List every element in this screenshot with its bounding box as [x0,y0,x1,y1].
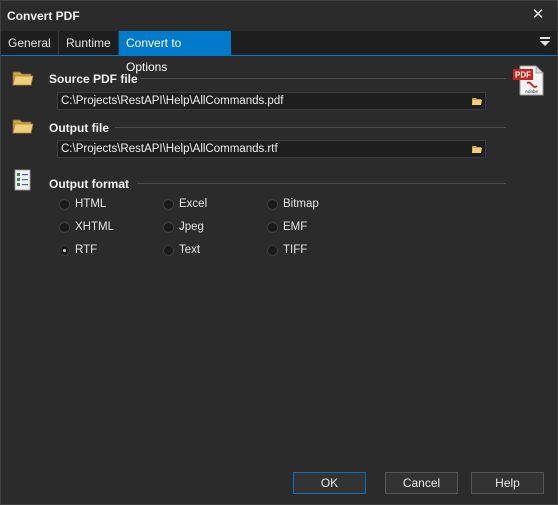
dialog-window: Convert PDF ✕ General Runtime Convert to… [0,0,558,505]
radio-tiff[interactable]: TIFF [267,242,307,258]
source-file-value: C:\Projects\RestAPI\Help\AllCommands.pdf [61,95,284,107]
browse-folder-icon[interactable] [471,95,483,107]
radio-emf[interactable]: EMF [267,219,307,235]
radio-jpeg[interactable]: Jpeg [163,219,204,235]
tab-label: Runtime [66,36,111,50]
cancel-button[interactable]: Cancel [385,472,458,494]
title-bar: Convert PDF ✕ [1,1,557,31]
radio-label: Bitmap [283,198,319,210]
radio-button[interactable] [267,244,278,256]
radio-button[interactable] [267,198,278,210]
section-divider [115,127,506,128]
tab-convert-to-options[interactable]: Convert to Options [119,31,231,74]
window-title: Convert PDF [7,9,80,23]
adobe-caption: Adobe [525,89,539,94]
radio-label: HTML [75,198,107,210]
radio-label: XHTML [75,221,114,233]
radio-button[interactable] [163,221,174,233]
source-file-input[interactable]: C:\Projects\RestAPI\Help\AllCommands.pdf [57,92,486,110]
radio-label: Jpeg [179,221,204,233]
tab-bar: General Runtime Convert to Options [1,31,557,74]
radio-button[interactable] [59,221,70,233]
folder-icon [12,71,34,86]
radio-excel[interactable]: Excel [163,196,207,212]
radio-label: TIFF [283,244,308,256]
radio-button[interactable] [59,198,70,210]
tab-label: General [8,36,51,50]
radio-button[interactable] [163,198,174,210]
output-file-value: C:\Projects\RestAPI\Help\AllCommands.rtf [61,143,278,155]
radio-rtf[interactable]: RTF [59,242,97,258]
radio-text[interactable]: Text [163,242,200,258]
ok-button[interactable]: OK [293,472,366,494]
chevron-menu-icon[interactable] [539,34,551,48]
section-divider [140,78,506,79]
radio-label: Excel [179,198,208,210]
radio-button[interactable] [163,244,174,256]
section-divider [137,183,506,184]
source-label: Source PDF file [49,72,138,86]
folder-icon [12,119,34,134]
radio-label: Text [179,244,201,256]
checklist-icon [14,169,31,191]
output-label: Output file [49,121,109,135]
browse-folder-icon[interactable] [471,143,483,155]
radio-bitmap[interactable]: Bitmap [267,196,319,212]
radio-label: EMF [283,221,308,233]
pdf-document-icon: PDF Adobe [513,65,544,96]
radio-button[interactable] [267,221,278,233]
output-file-input[interactable]: C:\Projects\RestAPI\Help\AllCommands.rtf [57,140,486,158]
tab-general[interactable]: General [1,31,59,55]
help-button[interactable]: Help [471,472,544,494]
tab-runtime[interactable]: Runtime [59,31,119,55]
options-panel: Source PDF file PDF Adobe C:\Projects\Re… [1,56,557,504]
radio-html[interactable]: HTML [59,196,106,212]
radio-button-checked[interactable] [59,244,70,256]
pdf-badge-text: PDF [515,71,531,80]
radio-xhtml[interactable]: XHTML [59,219,114,235]
format-label: Output format [49,177,129,191]
radio-label: RTF [75,244,98,256]
close-icon[interactable]: ✕ [529,6,547,24]
